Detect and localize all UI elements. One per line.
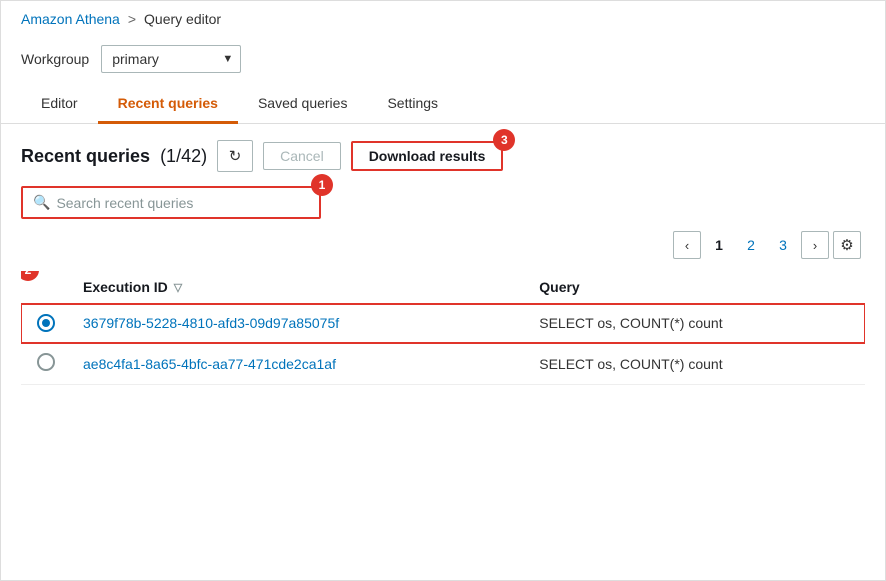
row-radio-1[interactable] [21, 304, 71, 343]
radio-unselected-icon[interactable] [37, 353, 55, 371]
annotation-2: 2 [21, 271, 39, 281]
section-title: Recent queries [21, 146, 150, 167]
table-row: ae8c4fa1-8a65-4bfc-aa77-471cde2ca1af SEL… [21, 343, 865, 385]
select-col-header: 2 [21, 271, 71, 304]
breadcrumb: Amazon Athena > Query editor [1, 1, 885, 37]
workgroup-select-wrapper: primary secondary [101, 45, 241, 73]
main-content: Recent queries (1/42) ↻ Cancel 3 Downloa… [1, 124, 885, 401]
execution-id-cell-1: 3679f78b-5228-4810-afd3-09d97a85075f [71, 304, 527, 343]
page-2[interactable]: 2 [737, 231, 765, 259]
section-count: (1/42) [160, 146, 207, 167]
page-1[interactable]: 1 [705, 231, 733, 259]
search-input[interactable] [56, 195, 309, 211]
tabs-bar: Editor Recent queries Saved queries Sett… [1, 85, 885, 124]
query-col-header: Query [527, 271, 865, 304]
section-header: Recent queries (1/42) ↻ Cancel 3 Downloa… [21, 140, 865, 172]
search-row: 🔍 1 [21, 186, 865, 219]
results-table: 2 Execution ID ▽ Query [21, 271, 865, 385]
breadcrumb-separator: > [128, 11, 136, 27]
annotation-1: 1 [311, 174, 333, 196]
page-3[interactable]: 3 [769, 231, 797, 259]
search-box: 🔍 [21, 186, 321, 219]
tab-saved-queries[interactable]: Saved queries [238, 85, 368, 124]
workgroup-label: Workgroup [21, 51, 89, 67]
radio-selected-icon[interactable] [37, 314, 55, 332]
table-header-row: 2 Execution ID ▽ Query [21, 271, 865, 304]
cancel-button[interactable]: Cancel [263, 142, 341, 170]
search-icon: 🔍 [33, 194, 50, 211]
row-radio-2[interactable] [21, 343, 71, 385]
sort-icon: ▽ [174, 281, 182, 294]
refresh-button[interactable]: ↻ [217, 140, 253, 172]
execution-id-cell-2: ae8c4fa1-8a65-4bfc-aa77-471cde2ca1af [71, 343, 527, 385]
table-settings-button[interactable]: ⚙ [833, 231, 861, 259]
annotation-3: 3 [493, 129, 515, 151]
workgroup-row: Workgroup primary secondary [1, 37, 885, 85]
download-btn-wrapper: 3 Download results [351, 141, 504, 171]
query-cell-1: SELECT os, COUNT(*) count [527, 304, 865, 343]
execution-id-link-1[interactable]: 3679f78b-5228-4810-afd3-09d97a85075f [83, 315, 339, 331]
search-box-wrapper: 🔍 1 [21, 186, 321, 219]
page-wrapper: Amazon Athena > Query editor Workgroup p… [0, 0, 886, 581]
tab-recent-queries[interactable]: Recent queries [98, 85, 238, 124]
table-row: 3679f78b-5228-4810-afd3-09d97a85075f SEL… [21, 304, 865, 343]
page-next-button[interactable]: › [801, 231, 829, 259]
pagination-row: ‹ 1 2 3 › ⚙ [21, 231, 865, 259]
execution-id-header[interactable]: Execution ID ▽ [71, 271, 527, 304]
tab-editor[interactable]: Editor [21, 85, 98, 124]
tab-settings[interactable]: Settings [367, 85, 458, 124]
breadcrumb-link-athena[interactable]: Amazon Athena [21, 11, 120, 27]
page-prev-button[interactable]: ‹ [673, 231, 701, 259]
table-wrapper: 2 Execution ID ▽ Query [21, 271, 865, 385]
workgroup-select[interactable]: primary secondary [101, 45, 241, 73]
breadcrumb-current: Query editor [144, 11, 221, 27]
execution-id-link-2[interactable]: ae8c4fa1-8a65-4bfc-aa77-471cde2ca1af [83, 356, 336, 372]
download-results-button[interactable]: Download results [351, 141, 504, 171]
query-cell-2: SELECT os, COUNT(*) count [527, 343, 865, 385]
